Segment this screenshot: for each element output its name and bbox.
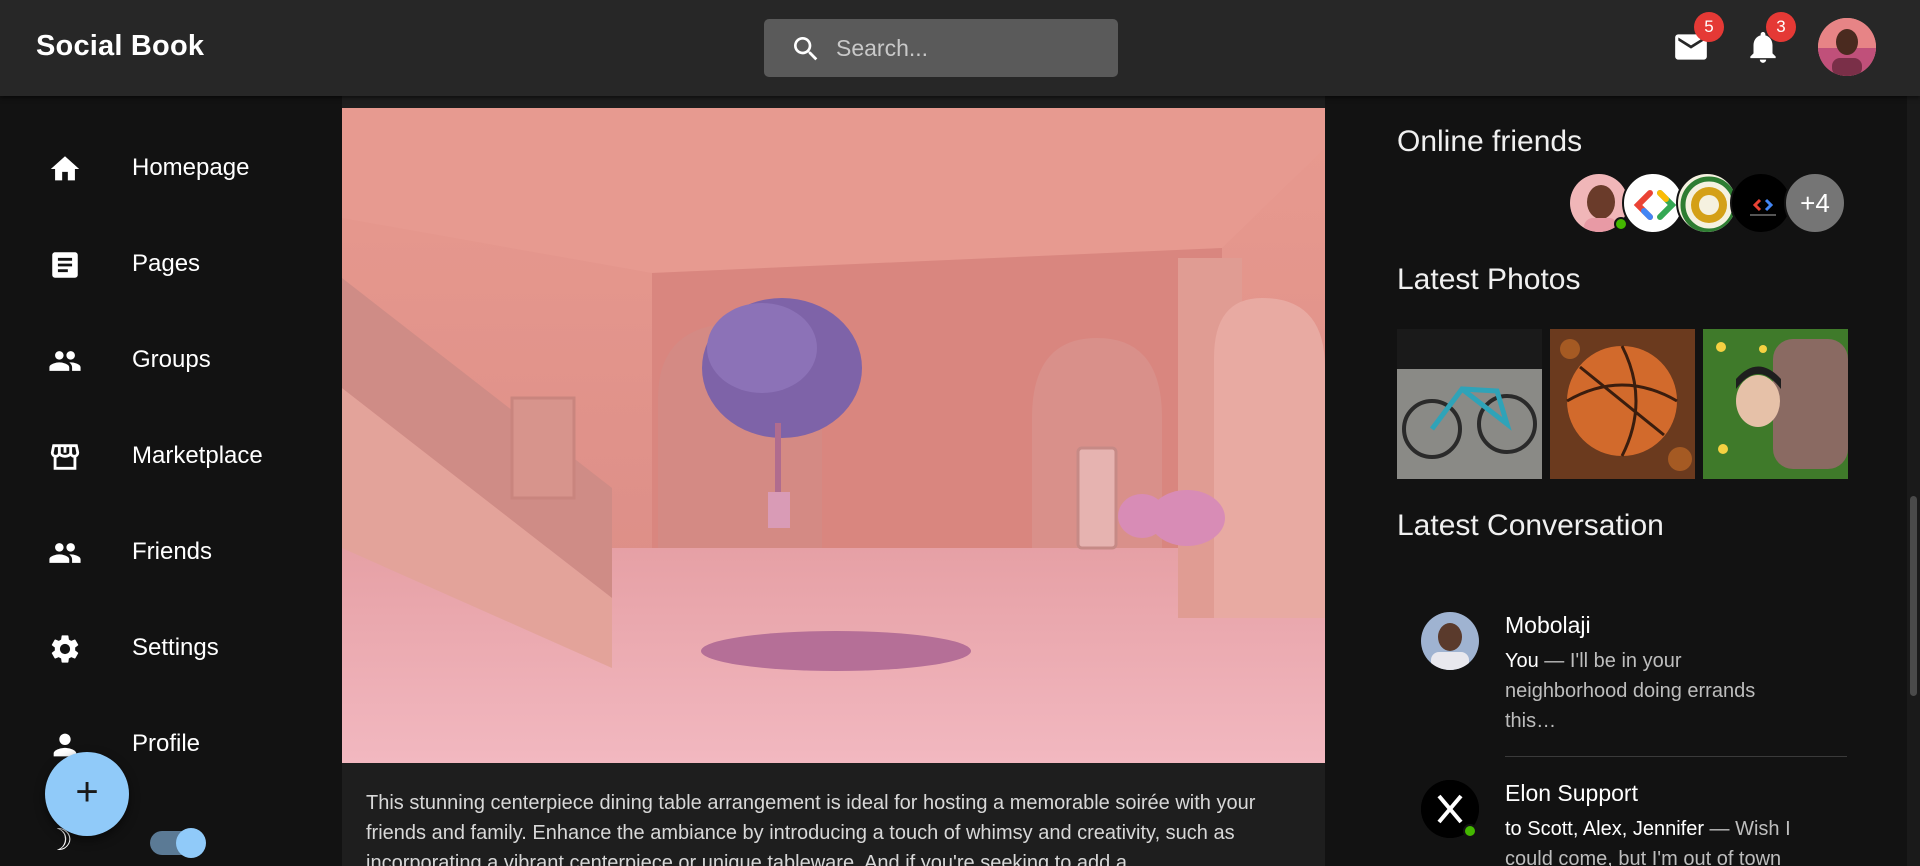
post-image[interactable] (342, 108, 1325, 763)
conversation-prefix: You (1505, 650, 1539, 672)
sidebar-item-groups[interactable]: Groups (0, 324, 322, 396)
search-icon (794, 37, 818, 61)
latest-photo[interactable] (1397, 329, 1542, 479)
latest-conversation-title: Latest Conversation (1397, 509, 1664, 542)
mail-badge: 5 (1694, 12, 1724, 42)
friend-avatar[interactable] (1730, 172, 1792, 234)
brand-logo[interactable]: Social Book (36, 30, 204, 63)
avatar-portrait (1818, 18, 1876, 76)
settings-icon (51, 635, 79, 663)
friend-avatar[interactable] (1622, 172, 1684, 234)
home-icon (50, 156, 80, 181)
sidebar-item-pages[interactable]: Pages (0, 228, 322, 300)
code-logo-icon (1633, 190, 1677, 220)
notifications-badge: 3 (1766, 12, 1796, 42)
conversation-avatar (1421, 612, 1479, 670)
latest-photos-title: Latest Photos (1397, 263, 1581, 296)
group-icon (49, 351, 81, 371)
people-icon (49, 543, 81, 563)
friend-avatar[interactable] (1676, 172, 1738, 234)
sidebar-item-label: Profile (132, 730, 201, 757)
conversation-divider (1505, 756, 1847, 757)
sidebar-item-label: Friends (132, 538, 213, 565)
more-friends-count[interactable]: +4 (1784, 172, 1846, 234)
scrollbar-thumb[interactable] (1910, 496, 1917, 696)
search-box[interactable] (764, 19, 1118, 77)
pink-room-illustration (342, 108, 1325, 763)
bicycle-photo (1397, 329, 1542, 479)
article-icon (52, 252, 78, 278)
conversation-name: Elon Support (1505, 780, 1638, 806)
post-caption: This stunning centerpiece dining table a… (366, 792, 1256, 866)
conversation-item[interactable]: Elon Support to Scott, Alex, Jennifer — … (1397, 780, 1847, 866)
add-post-button[interactable]: + (45, 752, 129, 836)
conversation-preview: to Scott, Alex, Jennifer — Wish I could … (1505, 814, 1805, 866)
right-sidebar: Online friends +4 Latest Photos Latest C… (1325, 96, 1920, 866)
latest-photo[interactable] (1703, 329, 1848, 479)
conversation-message: — I'll be in your neighborhood doing err… (1505, 650, 1756, 732)
sidebar-item-profile[interactable]: Profile (0, 708, 322, 780)
sidebar-item-friends[interactable]: Friends (0, 516, 322, 588)
sidebar-item-label: Homepage (132, 154, 250, 181)
online-friends-title: Online friends (1397, 125, 1583, 158)
latest-photo[interactable] (1550, 329, 1695, 479)
sidebar-item-label: Pages (132, 250, 201, 277)
mail-button[interactable]: 5 (1672, 12, 1724, 66)
online-status-dot (1463, 824, 1477, 838)
sidebar-item-label: Marketplace (132, 442, 263, 469)
conversation-prefix: to Scott, Alex, Jennifer (1505, 818, 1704, 840)
dark-mode-toggle[interactable] (150, 828, 206, 858)
top-app-bar: Social Book 5 3 (0, 0, 1920, 96)
storefront-icon (50, 444, 80, 470)
sidebar-item-label: Groups (132, 346, 211, 373)
user-avatar[interactable] (1818, 18, 1876, 76)
toggle-knob (176, 828, 206, 858)
sidebar-item-homepage[interactable]: Homepage (0, 132, 322, 204)
contact-photo (1421, 612, 1479, 670)
page-scrollbar[interactable] (1907, 96, 1920, 866)
seal-logo-icon (1680, 176, 1736, 232)
sidebar-item-marketplace[interactable]: Marketplace (0, 420, 322, 492)
conversation-name: Mobolaji (1505, 612, 1591, 638)
sidebar-item-label: Settings (132, 634, 219, 661)
dev-logo-icon (1750, 198, 1776, 216)
conversation-preview: You — I'll be in your neighborhood doing… (1505, 646, 1805, 736)
feed-post: This stunning centerpiece dining table a… (342, 96, 1325, 866)
person-in-grass-photo (1703, 329, 1848, 479)
sidebar-item-settings[interactable]: Settings (0, 612, 322, 684)
basketball-photo (1550, 329, 1695, 479)
left-sidebar: Homepage Pages Groups Marketplace Friend… (0, 96, 322, 866)
search-input[interactable] (836, 31, 1096, 65)
conversation-item[interactable]: Mobolaji You — I'll be in your neighborh… (1397, 612, 1847, 732)
notifications-button[interactable]: 3 (1744, 12, 1796, 66)
